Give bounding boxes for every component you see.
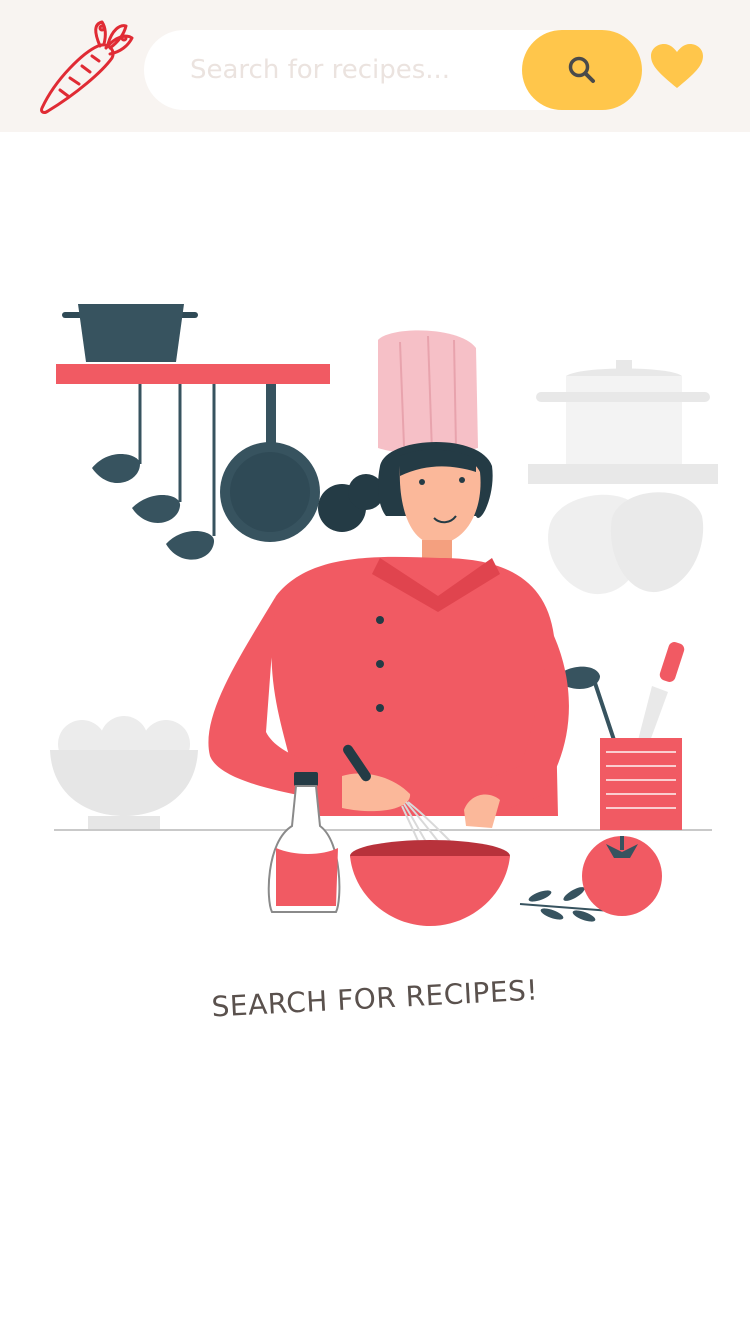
utensil-holder-illustration [554, 642, 685, 830]
tomato-illustration [582, 836, 662, 916]
mixing-bowl-illustration [350, 840, 510, 926]
chef-cooking-illustration [50, 304, 718, 926]
egg-bowl-illustration [50, 716, 198, 830]
carrot-logo-icon[interactable] [36, 18, 136, 116]
faded-shelf-illustration [528, 360, 718, 595]
empty-state-message: SEARCH FOR RECIPES! [210, 973, 539, 1024]
search-button[interactable] [522, 30, 642, 110]
search-input[interactable] [144, 30, 544, 110]
kitchen-shelf-illustration [56, 304, 330, 560]
heart-icon [651, 44, 703, 88]
chef-figure [208, 330, 569, 867]
top-bar [0, 0, 750, 132]
favorites-button[interactable] [646, 40, 708, 94]
search-icon [568, 56, 595, 83]
